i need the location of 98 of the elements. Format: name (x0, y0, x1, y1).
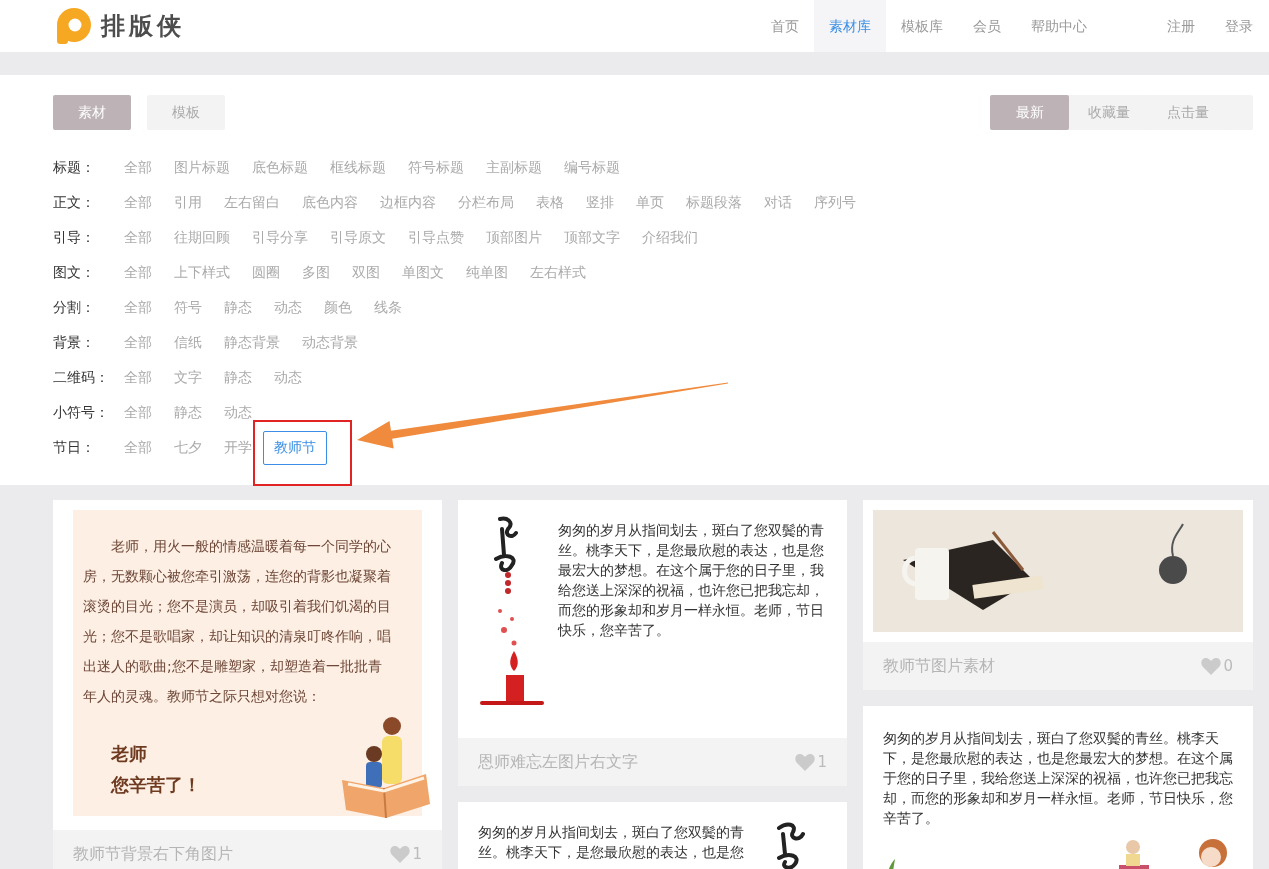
filter-option[interactable]: 全部 (113, 255, 163, 290)
closing-line: 您辛苦了！ (111, 773, 201, 797)
filter-option[interactable]: 底色内容 (291, 185, 369, 220)
card-paragraph: 匆匆的岁月从指间划去，斑白了您双鬓的青丝。桃李天下，是您最欣慰的表达，也是您 (478, 823, 745, 862)
filter-option[interactable]: 对话 (753, 185, 803, 220)
filter-option[interactable]: 符号 (163, 290, 213, 325)
filter-option[interactable]: 圆圈 (241, 255, 291, 290)
filter-option[interactable]: 左右样式 (519, 255, 597, 290)
filter-option[interactable]: 双图 (341, 255, 391, 290)
nav-link[interactable]: 首页 (756, 0, 814, 52)
filter-option[interactable]: 顶部图片 (475, 220, 553, 255)
material-card[interactable]: 匆匆的岁月从指间划去，斑白了您双鬓的青丝。桃李天下，是您最欣慰的表达，也是您 (458, 802, 847, 869)
filter-option[interactable]: 教师节 (263, 430, 327, 465)
filter-option[interactable]: 动态 (263, 290, 313, 325)
filter-option[interactable]: 引导分享 (241, 220, 319, 255)
material-card[interactable]: 教师节图片素材 0 (863, 500, 1253, 690)
filter-option[interactable]: 全部 (113, 220, 163, 255)
like-count: 1 (817, 753, 827, 771)
filter-option[interactable]: 左右留白 (213, 185, 291, 220)
filter-option[interactable]: 竖排 (575, 185, 625, 220)
filter-label: 正文： (53, 193, 96, 212)
card-title: 教师节图片素材 (883, 655, 995, 677)
filter-option[interactable]: 全部 (113, 290, 163, 325)
filter-option[interactable]: 图片标题 (163, 150, 241, 185)
filter-option[interactable]: 开学 (213, 430, 263, 465)
filter-option[interactable]: 框线标题 (319, 150, 397, 185)
filter-option[interactable]: 标题段落 (675, 185, 753, 220)
filter-option[interactable]: 顶部文字 (553, 220, 631, 255)
filter-option[interactable]: 全部 (113, 185, 163, 220)
filter-option[interactable]: 文字 (163, 360, 213, 395)
filter-option[interactable]: 线条 (363, 290, 413, 325)
filter-option[interactable]: 动态 (263, 360, 313, 395)
filter-option[interactable]: 编号标题 (553, 150, 631, 185)
preview-paragraph: 老师，用火一般的情感温暖着每一个同学的心房，无数颗心被您牵引激荡，连您的背影也凝聚着滚烫的目光；您不是演员，却吸引着我们饥渴的目光；您不是歌唱家，却让知识的清泉叮咚作响，唱出迷人的歌曲;您不是雕塑家，却塑造着一批批青年人的灵魂。教师节之际只想对您说： (83, 537, 392, 706)
type-tab[interactable]: 素材 (53, 95, 131, 130)
filter-label: 小符号： (53, 403, 110, 422)
material-card[interactable]: 匆匆的岁月从指间划去，斑白了您双鬓的青丝。桃李天下，是您最欣慰的表达，也是您最宏大的梦想。在这个属于您的日子里，我给您送上深深的祝福，也许您已把我忘却，而您的形象却和岁月一样永恒。老师，节日快乐，您辛苦了。 恩师难忘左图片右文字 1 (458, 500, 847, 786)
heart-icon[interactable] (390, 845, 411, 863)
filter-label: 二维码： (53, 368, 110, 387)
account-link[interactable]: 注册 (1152, 0, 1210, 52)
filter-option[interactable]: 静态背景 (213, 325, 291, 360)
closing-line: 老师 (111, 742, 147, 766)
filter-option[interactable]: 底色标题 (241, 150, 319, 185)
filter-option[interactable]: 动态背景 (291, 325, 369, 360)
card-title: 教师节背景右下角图片 (73, 843, 233, 865)
filter-option[interactable]: 全部 (113, 360, 163, 395)
heart-icon[interactable] (1201, 657, 1222, 675)
filter-option[interactable]: 颜色 (313, 290, 363, 325)
filter-option[interactable]: 分栏布局 (447, 185, 525, 220)
filter-option[interactable]: 主副标题 (475, 150, 553, 185)
nav-link[interactable]: 模板库 (886, 0, 958, 52)
like-count: 1 (412, 845, 422, 863)
logo-icon[interactable] (55, 8, 92, 44)
filter-option[interactable]: 静态 (213, 360, 263, 395)
filter-option[interactable]: 引导原文 (319, 220, 397, 255)
material-card[interactable]: 匆匆的岁月从指间划去，斑白了您双鬓的青丝。桃李天下，是您最欣慰的表达，也是您最宏大的梦想。在这个属于您的日子里，我给您送上深深的祝福，也许您已把我忘却，而您的形象却和岁月一样永恒。老师，节日快乐，您辛苦了。 (863, 706, 1253, 869)
filter-option[interactable]: 序列号 (803, 185, 867, 220)
filter-option[interactable]: 七夕 (163, 430, 213, 465)
filter-option[interactable]: 边框内容 (369, 185, 447, 220)
ink-brush-drawing (775, 820, 805, 869)
filter-option[interactable]: 纯单图 (455, 255, 519, 290)
filter-option[interactable]: 信纸 (163, 325, 213, 360)
card-title: 恩师难忘左图片右文字 (478, 751, 638, 773)
filter-option[interactable]: 往期回顾 (163, 220, 241, 255)
filter-option[interactable]: 引导点赞 (397, 220, 475, 255)
logo-text[interactable]: 排版侠 (101, 10, 185, 42)
heart-icon[interactable] (795, 753, 816, 771)
filter-option[interactable]: 上下样式 (163, 255, 241, 290)
filter-label: 节日： (53, 438, 96, 457)
filter-option[interactable]: 全部 (113, 430, 163, 465)
filter-label: 引导： (53, 228, 96, 247)
type-tab[interactable]: 模板 (147, 95, 225, 130)
filter-option[interactable]: 介绍我们 (631, 220, 709, 255)
filter-option[interactable]: 表格 (525, 185, 575, 220)
filter-option[interactable]: 单图文 (391, 255, 455, 290)
filter-option[interactable]: 全部 (113, 395, 163, 430)
filter-option[interactable]: 全部 (113, 150, 163, 185)
nav-link[interactable]: 素材库 (814, 0, 886, 52)
material-card[interactable]: 老师，用火一般的情感温暖着每一个同学的心房，无数颗心被您牵引激荡，连您的背影也凝聚着滚烫的目光；您不是演员，却吸引着我们饥渴的目光；您不是歌唱家，却让知识的清泉叮咚作响，唱出迷人的歌曲;您不是雕塑家，却塑造着一批批青年人的灵魂。教师节之际只想对您说： 老师 您辛苦了！ 教师节背景右下角图片 1 (53, 500, 442, 869)
nav-link[interactable]: 帮助中心 (1016, 0, 1102, 52)
filter-label: 背景： (53, 333, 96, 352)
filter-option[interactable]: 静态 (163, 395, 213, 430)
filter-option[interactable]: 静态 (213, 290, 263, 325)
filter-option[interactable]: 全部 (113, 325, 163, 360)
sort-tab[interactable]: 最新 (990, 95, 1069, 130)
card-paragraph: 匆匆的岁月从指间划去，斑白了您双鬓的青丝。桃李天下，是您最欣慰的表达，也是您最宏大的梦想。在这个属于您的日子里，我给您送上深深的祝福，也许您已把我忘却，而您的形象却和岁月一样永恒。老师，节日快乐，您辛苦了。 (883, 729, 1234, 828)
filter-option[interactable]: 单页 (625, 185, 675, 220)
card-paragraph: 匆匆的岁月从指间划去，斑白了您双鬓的青丝。桃李天下，是您最欣慰的表达，也是您最宏大的梦想。在这个属于您的日子里，我给您送上深深的祝福，也许您已把我忘却，而您的形象却和岁月一样永恒。老师，节日快乐，您辛苦了。 (558, 521, 825, 640)
filter-option[interactable]: 符号标题 (397, 150, 475, 185)
account-link[interactable]: 登录 (1210, 0, 1268, 52)
filter-label: 标题： (53, 158, 96, 177)
like-count: 0 (1223, 657, 1233, 675)
filter-label: 分割： (53, 298, 96, 317)
filter-option[interactable]: 动态 (213, 395, 263, 430)
filter-option[interactable]: 多图 (291, 255, 341, 290)
filter-label: 图文： (53, 263, 96, 282)
filter-option[interactable]: 引用 (163, 185, 213, 220)
nav-link[interactable]: 会员 (958, 0, 1016, 52)
